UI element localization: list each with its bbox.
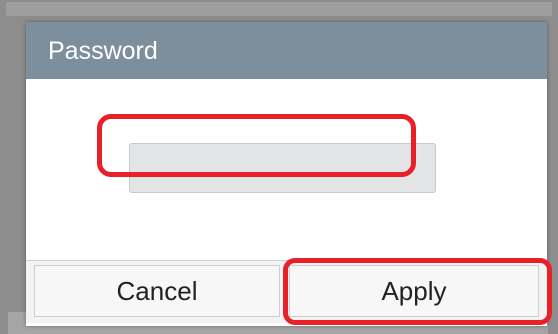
background-strip-top bbox=[6, 2, 552, 16]
dialog-title: Password bbox=[48, 37, 158, 65]
apply-button[interactable]: Apply bbox=[289, 265, 539, 317]
password-dialog: Password Cancel Apply bbox=[26, 22, 547, 326]
cancel-button[interactable]: Cancel bbox=[34, 265, 280, 317]
dialog-button-bar: Cancel Apply bbox=[26, 260, 547, 323]
dialog-header: Password bbox=[26, 22, 547, 79]
password-input[interactable] bbox=[129, 143, 436, 193]
